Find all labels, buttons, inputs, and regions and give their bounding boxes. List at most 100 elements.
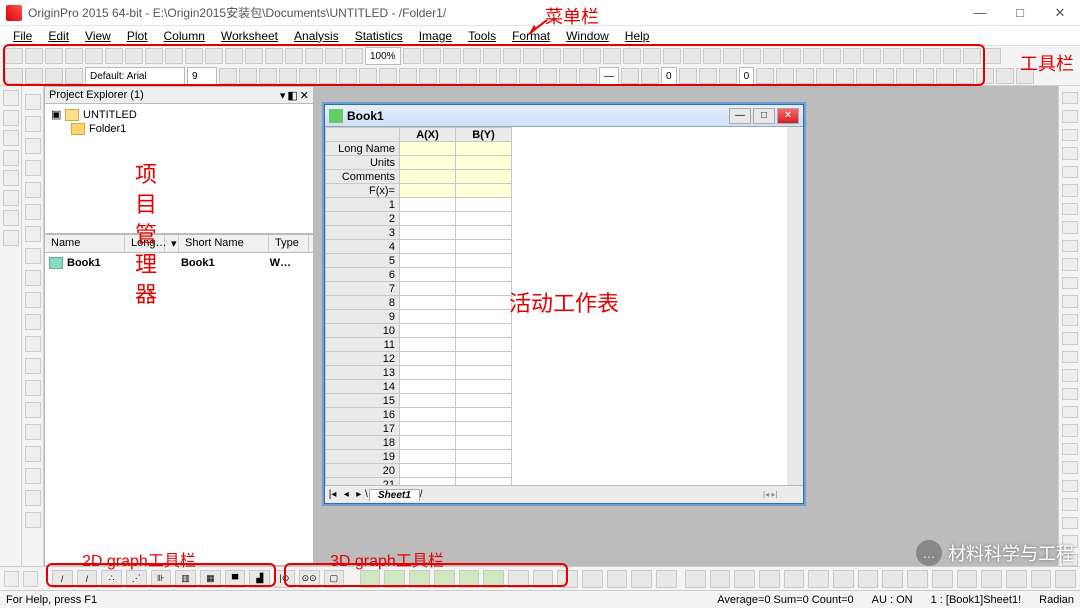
toolbar-icon[interactable] xyxy=(976,68,994,84)
toolbar-icon[interactable] xyxy=(543,48,561,64)
book-titlebar[interactable]: Book1 — □ ✕ xyxy=(325,105,803,127)
side-tool-icon[interactable] xyxy=(25,468,41,484)
menu-help[interactable]: Help xyxy=(618,29,657,43)
2d-graph-icon[interactable]: |⊙ xyxy=(274,570,295,588)
3d-graph-icon[interactable] xyxy=(434,570,455,588)
toolbar-icon[interactable] xyxy=(703,48,721,64)
toolbar-icon[interactable] xyxy=(185,48,203,64)
toolbar-icon[interactable] xyxy=(459,68,477,84)
side-tool-icon[interactable] xyxy=(1062,314,1078,326)
side-tool-icon[interactable] xyxy=(25,424,41,440)
bottom-right-icon[interactable] xyxy=(932,570,953,588)
menu-statistics[interactable]: Statistics xyxy=(348,29,410,43)
toolbar-combo[interactable]: 0 xyxy=(661,67,677,85)
toolbar-icon[interactable] xyxy=(816,68,834,84)
side-tool-icon[interactable] xyxy=(1062,369,1078,381)
toolbar-icon[interactable] xyxy=(743,48,761,64)
menu-column[interactable]: Column xyxy=(157,29,212,43)
bottom-right-icon[interactable] xyxy=(882,570,903,588)
bottom-right-icon[interactable] xyxy=(957,570,978,588)
tab-nav-prev[interactable]: ◂ xyxy=(344,489,349,500)
side-tool-icon[interactable] xyxy=(1062,258,1078,270)
side-tool-icon[interactable] xyxy=(1062,184,1078,196)
toolbar-icon[interactable] xyxy=(463,48,481,64)
menu-window[interactable]: Window xyxy=(559,29,616,43)
toolbar-icon[interactable] xyxy=(5,68,23,84)
pe-pin-icon[interactable]: ▾ xyxy=(280,89,286,102)
side-tool-icon[interactable] xyxy=(25,292,41,308)
menu-tools[interactable]: Tools xyxy=(461,29,503,43)
toolbar-icon[interactable] xyxy=(843,48,861,64)
side-tool-icon[interactable] xyxy=(3,130,19,146)
bottom-right-icon[interactable] xyxy=(734,570,755,588)
left-toolbar-1[interactable] xyxy=(0,86,22,566)
toolbar-icon[interactable] xyxy=(903,48,921,64)
side-tool-icon[interactable] xyxy=(25,358,41,374)
toolbar-icon[interactable] xyxy=(856,68,874,84)
toolbar-icon[interactable] xyxy=(5,48,23,64)
toolbar-icon[interactable] xyxy=(403,48,421,64)
2d-graph-icon[interactable]: ⊪ xyxy=(151,570,172,588)
3d-graph-icon[interactable] xyxy=(459,570,480,588)
2d-graph-icon[interactable]: ⋰ xyxy=(126,570,147,588)
font-combo[interactable]: Default: Arial xyxy=(85,67,185,85)
side-tool-icon[interactable] xyxy=(25,204,41,220)
bottom-right-icon[interactable] xyxy=(858,570,879,588)
toolbar-icon[interactable] xyxy=(85,48,103,64)
side-tool-icon[interactable] xyxy=(1062,517,1078,529)
status-rad[interactable]: Radian xyxy=(1039,594,1074,606)
toolbar-icon[interactable] xyxy=(205,48,223,64)
toolbar-icon[interactable] xyxy=(325,48,343,64)
3d-graph-icon[interactable] xyxy=(607,570,628,588)
side-tool-icon[interactable] xyxy=(3,90,19,106)
bottom-right-icon[interactable] xyxy=(710,570,731,588)
3d-graph-icon[interactable] xyxy=(384,570,405,588)
toolbar-icon[interactable] xyxy=(663,48,681,64)
toolbar-icon[interactable] xyxy=(936,68,954,84)
toolbar-icon[interactable] xyxy=(219,68,237,84)
toolbar-icon[interactable] xyxy=(379,68,397,84)
toolbar-icon[interactable] xyxy=(305,48,323,64)
toolbar-icon[interactable] xyxy=(419,68,437,84)
3d-graph-icon[interactable] xyxy=(656,570,677,588)
side-tool-icon[interactable] xyxy=(1062,461,1078,473)
menu-worksheet[interactable]: Worksheet xyxy=(214,29,285,43)
side-tool-icon[interactable] xyxy=(25,446,41,462)
toolbar-icon[interactable] xyxy=(65,68,83,84)
side-tool-icon[interactable] xyxy=(1062,92,1078,104)
pe-close-icon[interactable]: ✕ xyxy=(300,89,309,102)
toolbar-icon[interactable] xyxy=(45,68,63,84)
toolbar-icon[interactable] xyxy=(699,68,717,84)
toolbar-icon[interactable] xyxy=(25,68,43,84)
side-tool-icon[interactable] xyxy=(1062,203,1078,215)
2d-graph-icon[interactable]: ▀ xyxy=(225,570,246,588)
toolbar-icon[interactable] xyxy=(996,68,1014,84)
toolbar-icon[interactable] xyxy=(265,48,283,64)
left-toolbar-2[interactable] xyxy=(22,86,44,566)
toolbar-icon[interactable] xyxy=(539,68,557,84)
toolbar-icon[interactable] xyxy=(583,48,601,64)
side-tool-icon[interactable] xyxy=(25,402,41,418)
2d-graph-icon[interactable]: / xyxy=(77,570,98,588)
toolbar-icon[interactable] xyxy=(916,68,934,84)
toolbar-icon[interactable] xyxy=(559,68,577,84)
side-tool-icon[interactable] xyxy=(3,230,19,246)
toolbar-icon[interactable] xyxy=(623,48,641,64)
side-tool-icon[interactable] xyxy=(25,270,41,286)
toolbar-icon[interactable] xyxy=(359,68,377,84)
toolbar-icon[interactable] xyxy=(923,48,941,64)
toolbar-icon[interactable] xyxy=(963,48,981,64)
toolbar-icon[interactable] xyxy=(621,68,639,84)
toolbar-icon[interactable] xyxy=(105,48,123,64)
col-sort[interactable]: ▾ xyxy=(165,235,179,252)
folder-root[interactable]: UNTITLED xyxy=(83,109,137,121)
toolbar-icon[interactable] xyxy=(783,48,801,64)
side-tool-icon[interactable] xyxy=(1062,221,1078,233)
side-tool-icon[interactable] xyxy=(25,380,41,396)
tab-nav-first[interactable]: |◂ xyxy=(329,489,337,500)
toolbar-icon[interactable] xyxy=(245,48,263,64)
bottom-right-icon[interactable] xyxy=(784,570,805,588)
side-tool-icon[interactable] xyxy=(1062,295,1078,307)
toolbar-icon[interactable] xyxy=(796,68,814,84)
vertical-scrollbar[interactable] xyxy=(787,127,803,485)
